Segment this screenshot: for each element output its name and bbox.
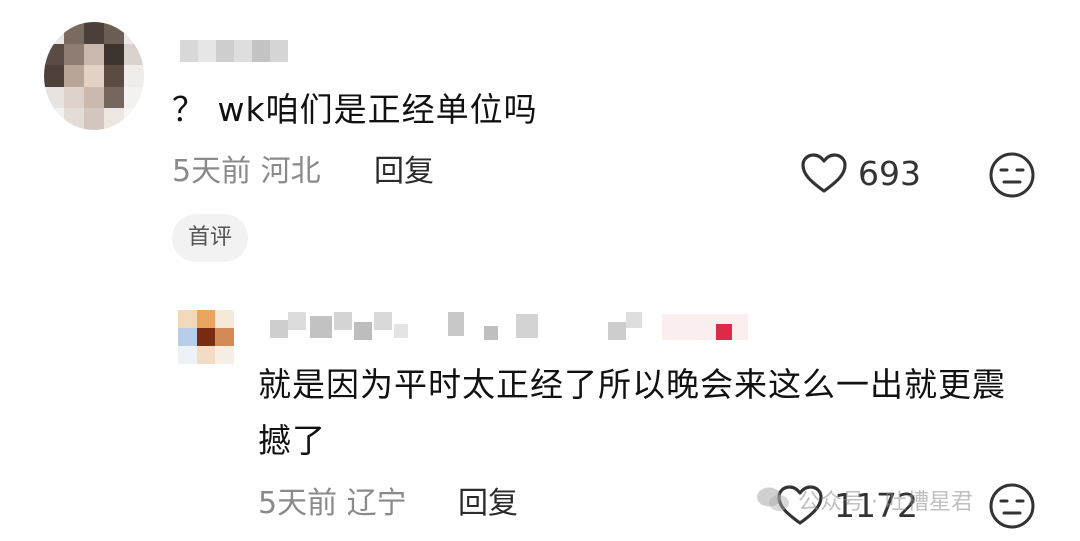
comment-text: 就是因为平时太正经了所以晚会来这么一出就更震撼了: [258, 365, 1006, 460]
heart-outline-icon: [801, 153, 847, 193]
reply-button[interactable]: 回复: [374, 150, 434, 194]
watermark-text: 公众号 · 吐槽星君: [798, 490, 973, 515]
comment-text: ？ wk咱们是正经单位吗: [172, 90, 538, 129]
reply-button[interactable]: 回复: [458, 482, 518, 526]
dislike-button[interactable]: [988, 482, 1036, 534]
like-count: 693: [858, 153, 921, 193]
username-blurred[interactable]: [180, 40, 288, 62]
avatar[interactable]: [44, 22, 144, 130]
username-blurred[interactable]: [270, 312, 770, 342]
wechat-icon: [757, 487, 789, 511]
comment-meta: 5天前 辽宁: [258, 486, 407, 521]
comment-meta: 5天前 河北: [172, 154, 321, 189]
watermark: 公众号 · 吐槽星君: [756, 480, 973, 520]
neutral-face-icon: [989, 152, 1035, 198]
neutral-face-icon: [989, 483, 1035, 529]
dislike-button[interactable]: [988, 151, 1036, 203]
avatar[interactable]: [178, 310, 234, 364]
like-button[interactable]: 693: [800, 150, 921, 196]
first-comment-badge: 首评: [172, 214, 249, 262]
